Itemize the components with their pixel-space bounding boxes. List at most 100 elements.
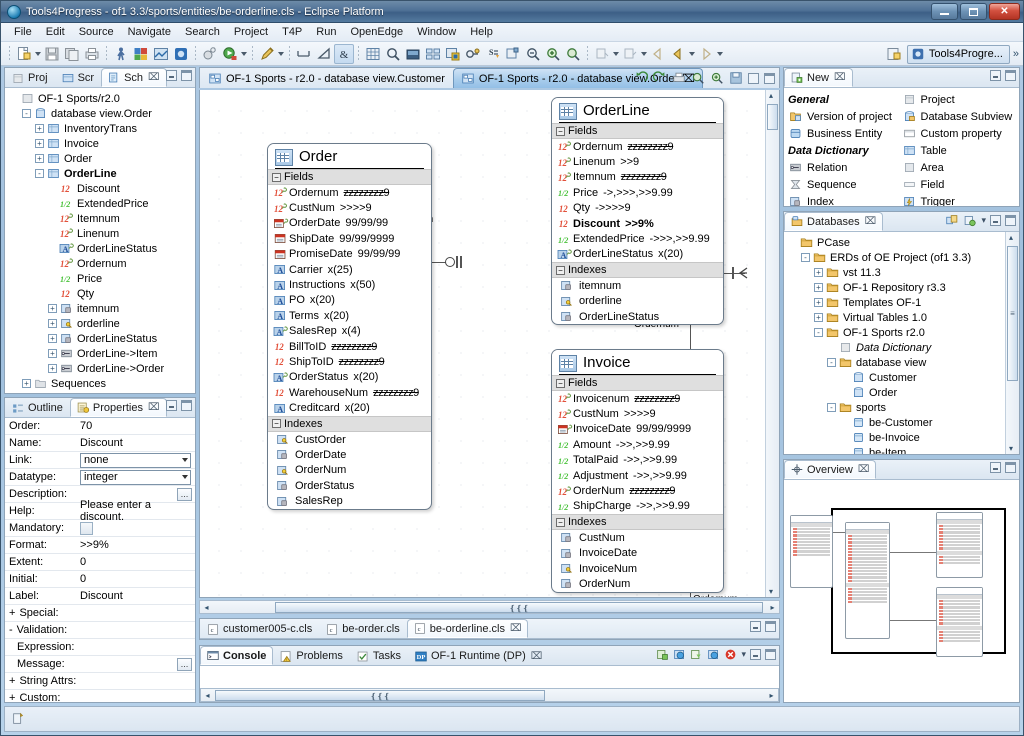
tab-of-1-sports-r2-0-database-view-customer[interactable]: OF-1 Sports - r2.0 - database view.Custo… (200, 68, 453, 88)
expand-icon[interactable]: + (46, 347, 59, 360)
palette-item-version-of-project[interactable]: Version of project (788, 108, 902, 125)
expand-icon[interactable]: + (46, 302, 59, 315)
vscroll-thumb[interactable] (767, 104, 778, 130)
fields-section-header[interactable]: −Fields (552, 375, 723, 391)
collapse-icon[interactable]: − (272, 173, 281, 182)
collapse-icon[interactable]: - (825, 401, 838, 414)
expand-icon[interactable]: + (33, 122, 46, 135)
schema-item-of-1-sports-r2-0[interactable]: OF-1 Sports/r2.0 (5, 91, 195, 106)
close-icon[interactable]: ⌧ (148, 402, 160, 413)
db-item-templates-of-1[interactable]: +Templates OF-1 (784, 295, 1004, 310)
field-row[interactable]: ACreditcardx(20) (268, 400, 431, 415)
chevron-down-icon[interactable] (34, 47, 42, 61)
minimize-icon[interactable] (748, 73, 759, 84)
perspective-button[interactable]: Tools4Progre... (907, 45, 1010, 64)
schema-item-orderlinestatus[interactable]: +OrderLineStatus (5, 331, 195, 346)
entity-invoice[interactable]: Invoice−Fields12Invoicenumzzzzzzzz912Cus… (551, 349, 724, 593)
back-active-icon[interactable] (668, 44, 688, 64)
colors-icon[interactable] (443, 44, 463, 64)
db-item-database-view[interactable]: -database view (784, 355, 1004, 370)
forward-icon[interactable] (696, 44, 716, 64)
redo-icon[interactable] (653, 71, 667, 85)
schema-item-areas[interactable]: +Areas (5, 391, 195, 393)
console-hscrollbar[interactable]: ◂ ❴❴❴ ▸ (200, 688, 779, 702)
new-icon[interactable] (14, 44, 34, 64)
palette-item-database-subview[interactable]: Database Subview (902, 108, 1016, 125)
property-value[interactable]: 0 (77, 556, 195, 568)
index-row[interactable]: OrderNum (552, 576, 723, 591)
run-last-icon[interactable] (111, 44, 131, 64)
menu-run[interactable]: Run (309, 24, 343, 40)
tab-problems[interactable]: !Problems (273, 646, 349, 665)
expand-icon[interactable]: + (9, 607, 15, 619)
db-item-of-1-repository-r3-3[interactable]: +OF-1 Repository r3.3 (784, 280, 1004, 295)
property-value[interactable]: 0 (77, 573, 195, 585)
field-row[interactable]: 12CustNum>>>>9 (268, 200, 431, 215)
tab-scr[interactable]: Scr (55, 68, 102, 87)
field-row[interactable]: 12WarehouseNumzzzzzzzz9 (268, 385, 431, 400)
layout-icon[interactable] (423, 44, 443, 64)
db-item-virtual-tables-1-0[interactable]: +Virtual Tables 1.0 (784, 310, 1004, 325)
sort-icon[interactable]: S (483, 44, 503, 64)
schema-item-orderline[interactable]: -OrderLine (5, 166, 195, 181)
menu-help[interactable]: Help (463, 24, 500, 40)
new-db-icon[interactable] (963, 214, 977, 227)
maximize-icon[interactable] (1005, 462, 1016, 473)
index-row[interactable]: orderline (552, 294, 723, 309)
db-item-be-item[interactable]: be-Item (784, 445, 1004, 454)
expander-box[interactable]: - (22, 109, 31, 118)
collapse-icon[interactable]: − (556, 518, 565, 527)
palette-item-table[interactable]: Table (902, 142, 1016, 159)
property-value[interactable]: none (77, 453, 195, 468)
field-row[interactable]: ACarrierx(25) (268, 262, 431, 277)
field-row[interactable]: 12BillToIDzzzzzzzz9 (268, 339, 431, 354)
db-item-customer[interactable]: Customer (784, 370, 1004, 385)
save-icon[interactable] (729, 71, 743, 85)
save-all-icon[interactable] (62, 44, 82, 64)
maximize-icon[interactable] (181, 400, 192, 411)
db-item-erds-of-oe-project-of1-3-3[interactable]: -ERDs of OE Project (of1 3.3) (784, 250, 1004, 265)
expander-box[interactable]: - (827, 403, 836, 412)
collapse-icon[interactable]: − (556, 379, 565, 388)
index-row[interactable]: InvoiceNum (552, 561, 723, 576)
collapse-icon[interactable]: - (33, 167, 46, 180)
image-icon[interactable] (403, 44, 423, 64)
field-row[interactable]: InvoiceDate99/99/9999 (552, 422, 723, 437)
menu-project[interactable]: Project (227, 24, 275, 40)
db-item-data-dictionary[interactable]: Data Dictionary (784, 340, 1004, 355)
tab-proj[interactable]: Proj (5, 68, 55, 87)
schema-item-orderlinestatus[interactable]: AOrderLineStatus (5, 241, 195, 256)
view-menu-icon[interactable]: ▾ (741, 649, 746, 660)
pencil-icon[interactable] (257, 44, 277, 64)
field-row[interactable]: ShipDate99/99/9999 (268, 231, 431, 246)
field-row[interactable]: 1/2ShipCharge->>,>>9.99 (552, 499, 723, 514)
db-item-of-1-sports-r2-0[interactable]: -OF-1 Sports r2.0 (784, 325, 1004, 340)
expander-box[interactable]: - (35, 169, 44, 178)
tab-overview[interactable]: Overview⌧ (784, 460, 876, 479)
expander-box[interactable]: - (801, 253, 810, 262)
scroll-left-arrow[interactable]: ◂ (201, 691, 214, 700)
databases-vscrollbar[interactable]: ▴ ≡ ▾ (1005, 232, 1019, 454)
open-console-icon[interactable] (673, 648, 686, 661)
field-row[interactable]: 12Linenum>>9 (552, 154, 723, 169)
palette-item-project[interactable]: Project (902, 91, 1016, 108)
property-group-expression[interactable]: Expression: (5, 639, 195, 656)
schema-item-orderline-order[interactable]: +OrderLine->Order (5, 361, 195, 376)
palette-item-field[interactable]: Field (902, 176, 1016, 193)
field-row[interactable]: 1/2Price->,>>>,>>9.99 (552, 185, 723, 200)
expand-icon[interactable]: + (9, 675, 15, 687)
menu-source[interactable]: Source (72, 24, 121, 40)
zoom-fit-icon[interactable] (563, 44, 583, 64)
chevron-down-icon[interactable] (182, 475, 188, 479)
expander-box[interactable]: + (48, 334, 57, 343)
field-row[interactable]: 12OrderNumzzzzzzzz9 (552, 483, 723, 498)
close-icon[interactable]: ⌧ (858, 464, 870, 475)
scroll-down-arrow[interactable]: ▾ (769, 587, 773, 596)
db-item-order[interactable]: Order (784, 385, 1004, 400)
schema-item-extendedprice[interactable]: 1/2ExtendedPrice (5, 196, 195, 211)
indexes-section-header[interactable]: −Indexes (552, 514, 723, 530)
property-value[interactable] (77, 522, 195, 535)
palette-item-custom-property[interactable]: Custom property (902, 125, 1016, 142)
expand-icon[interactable]: + (46, 362, 59, 375)
chevron-down-icon[interactable] (182, 458, 188, 462)
